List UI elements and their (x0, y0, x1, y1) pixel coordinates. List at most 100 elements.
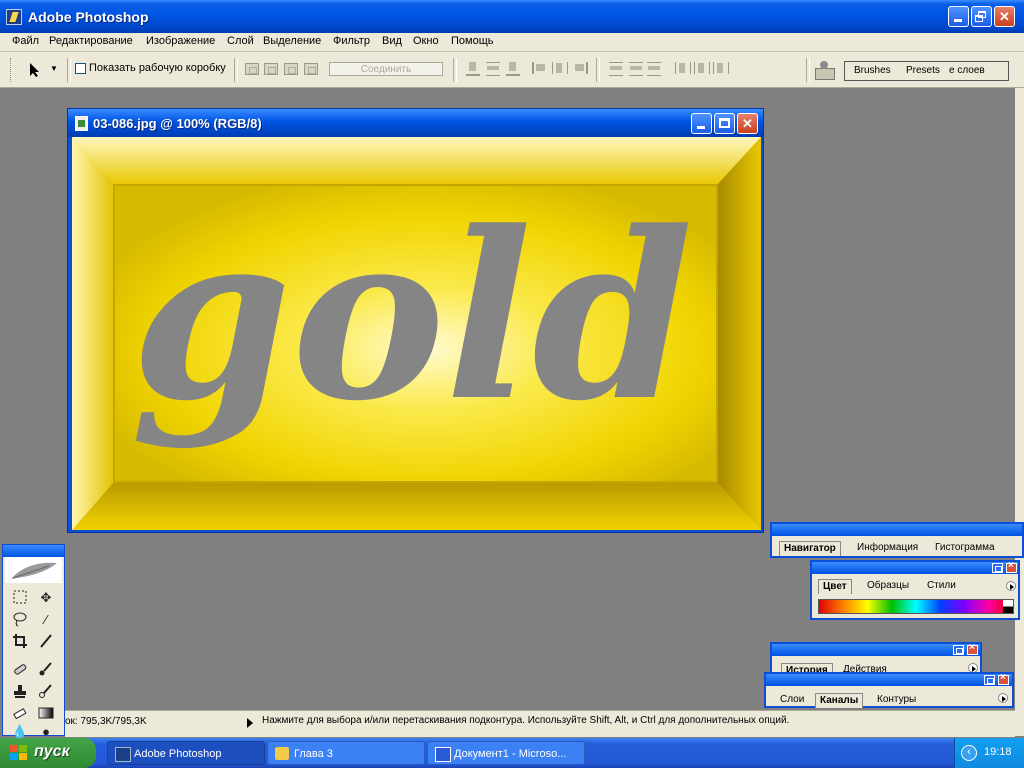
menu-select[interactable]: Выделение (263, 35, 321, 47)
menu-filter[interactable]: Фильтр (333, 35, 370, 47)
distribute-bottom-icon[interactable] (647, 62, 661, 76)
doc-close-button[interactable]: ✕ (737, 113, 758, 134)
shape-exclude-icon[interactable] (304, 63, 318, 75)
app-title-bar[interactable]: Adobe Photoshop ✕ (0, 0, 1024, 33)
show-bbox-checkbox[interactable] (75, 63, 86, 74)
windows-flag-icon (10, 745, 28, 761)
align-top-icon[interactable] (466, 62, 480, 76)
tray-clock[interactable]: 19:18 (984, 746, 1012, 758)
tab-layers[interactable]: Слои (776, 693, 808, 707)
path-selection-icon[interactable] (28, 62, 42, 78)
layers-panel[interactable]: Слои Каналы Контуры (764, 672, 1014, 708)
navigator-panel-titlebar[interactable] (772, 524, 1022, 536)
taskbar-item-word[interactable]: Документ1 - Microso... (427, 741, 585, 765)
shape-add-icon[interactable] (245, 63, 259, 75)
distribute-right-icon[interactable] (713, 62, 729, 74)
status-menu-arrow-icon[interactable] (247, 718, 253, 728)
color-spectrum-bar[interactable] (818, 599, 1014, 614)
join-button[interactable]: Соединить (329, 62, 443, 76)
options-bar-grip[interactable] (10, 58, 14, 82)
align-bottom-icon[interactable] (506, 62, 520, 76)
tool-preset-dropdown-icon[interactable]: ▼ (50, 64, 58, 73)
document-size-readout[interactable]: ок: 795,3K/795,3K (65, 716, 147, 727)
close-button[interactable]: ✕ (994, 6, 1015, 27)
layers-panel-close-button[interactable] (998, 672, 1009, 685)
align-right-icon[interactable] (572, 62, 588, 74)
color-panel-titlebar[interactable] (812, 560, 1018, 574)
menu-layer[interactable]: Слой (227, 35, 254, 47)
tab-paths[interactable]: Контуры (873, 693, 920, 707)
history-panel-close-button[interactable] (967, 642, 978, 655)
tab-navigator[interactable]: Навигатор (779, 541, 841, 556)
document-icon (75, 116, 88, 131)
taskbar: пуск Adobe Photoshop Глава 3 Документ1 -… (0, 738, 1024, 768)
shape-subtract-icon[interactable] (264, 63, 278, 75)
history-brush-tool-icon[interactable] (37, 683, 55, 701)
tab-styles[interactable]: Стили (923, 579, 960, 593)
clone-stamp-tool-icon[interactable] (11, 683, 29, 701)
brush-tool-icon[interactable] (37, 661, 55, 679)
tab-histogram[interactable]: Гистограмма (931, 541, 999, 555)
photoshop-app-icon (6, 9, 22, 25)
tab-info[interactable]: Информация (853, 541, 922, 555)
document-title-bar[interactable]: 03-086.jpg @ 100% (RGB/8) ✕ (68, 109, 763, 137)
distribute-hcenter-icon[interactable] (694, 62, 710, 74)
eraser-tool-icon[interactable] (11, 705, 29, 723)
distribute-top-icon[interactable] (609, 62, 623, 76)
toolbox-header[interactable] (5, 557, 62, 583)
document-title: 03-086.jpg @ 100% (RGB/8) (93, 116, 262, 131)
menu-window[interactable]: Окно (413, 35, 439, 47)
restore-button[interactable] (971, 6, 992, 27)
show-hidden-icons-icon[interactable]: ‹ (961, 745, 977, 761)
align-left-icon[interactable] (532, 62, 548, 74)
minimize-button[interactable] (948, 6, 969, 27)
tab-channels[interactable]: Каналы (815, 693, 864, 708)
taskbar-item-label: Adobe Photoshop (134, 748, 222, 760)
toolbox-titlebar[interactable] (3, 545, 64, 557)
crop-tool-icon[interactable] (11, 633, 29, 651)
align-vcenter-icon[interactable] (486, 62, 500, 76)
navigator-panel[interactable]: Навигатор Информация Гистограмма (770, 522, 1024, 558)
palette-tab-presets[interactable]: Presets (903, 62, 943, 80)
document-canvas[interactable]: gold (72, 137, 761, 530)
history-panel-titlebar[interactable] (772, 642, 980, 656)
word-document-icon (435, 747, 451, 762)
tab-swatches[interactable]: Образцы (863, 579, 913, 593)
marquee-tool-icon[interactable] (11, 589, 29, 607)
palette-well-icon[interactable] (814, 59, 835, 80)
start-button[interactable]: пуск (0, 738, 96, 768)
align-hcenter-icon[interactable] (552, 62, 568, 74)
color-panel-minimize-button[interactable] (992, 563, 1003, 573)
history-panel-minimize-button[interactable] (953, 645, 964, 655)
shape-intersect-icon[interactable] (284, 63, 298, 75)
color-panel-menu-icon[interactable] (1006, 581, 1016, 591)
color-panel-close-button[interactable] (1006, 560, 1017, 573)
palette-tab-brushes[interactable]: Brushes (851, 62, 894, 80)
tab-color[interactable]: Цвет (818, 579, 852, 594)
layers-panel-menu-icon[interactable] (998, 693, 1008, 703)
menu-help[interactable]: Помощь (451, 35, 494, 47)
menu-file[interactable]: Файл (12, 35, 39, 47)
magic-wand-tool-icon[interactable]: ⁄ (37, 611, 55, 629)
distribute-vcenter-icon[interactable] (629, 62, 643, 76)
menu-edit[interactable]: Редактирование (49, 35, 133, 47)
distribute-left-icon[interactable] (675, 62, 691, 74)
color-panel[interactable]: Цвет Образцы Стили (810, 560, 1020, 620)
doc-minimize-button[interactable] (691, 113, 712, 134)
toolbox[interactable]: ✥ ⁄ 💧 ● (2, 544, 65, 739)
palette-tab-layer-comps[interactable]: е слоев (946, 62, 988, 80)
document-window[interactable]: 03-086.jpg @ 100% (RGB/8) ✕ gold (67, 108, 764, 533)
slice-tool-icon[interactable] (37, 633, 55, 651)
workspace-scrollbar[interactable] (1015, 88, 1024, 736)
doc-maximize-button[interactable] (714, 113, 735, 134)
layers-panel-minimize-button[interactable] (984, 675, 995, 685)
healing-brush-tool-icon[interactable] (11, 661, 29, 679)
move-tool-icon[interactable]: ✥ (37, 589, 55, 607)
layers-panel-titlebar[interactable] (766, 672, 1012, 686)
gradient-tool-icon[interactable] (37, 705, 55, 723)
lasso-tool-icon[interactable] (11, 611, 29, 629)
taskbar-item-photoshop[interactable]: Adobe Photoshop (107, 741, 265, 765)
menu-image[interactable]: Изображение (146, 35, 215, 47)
menu-view[interactable]: Вид (382, 35, 402, 47)
taskbar-item-folder[interactable]: Глава 3 (267, 741, 425, 765)
